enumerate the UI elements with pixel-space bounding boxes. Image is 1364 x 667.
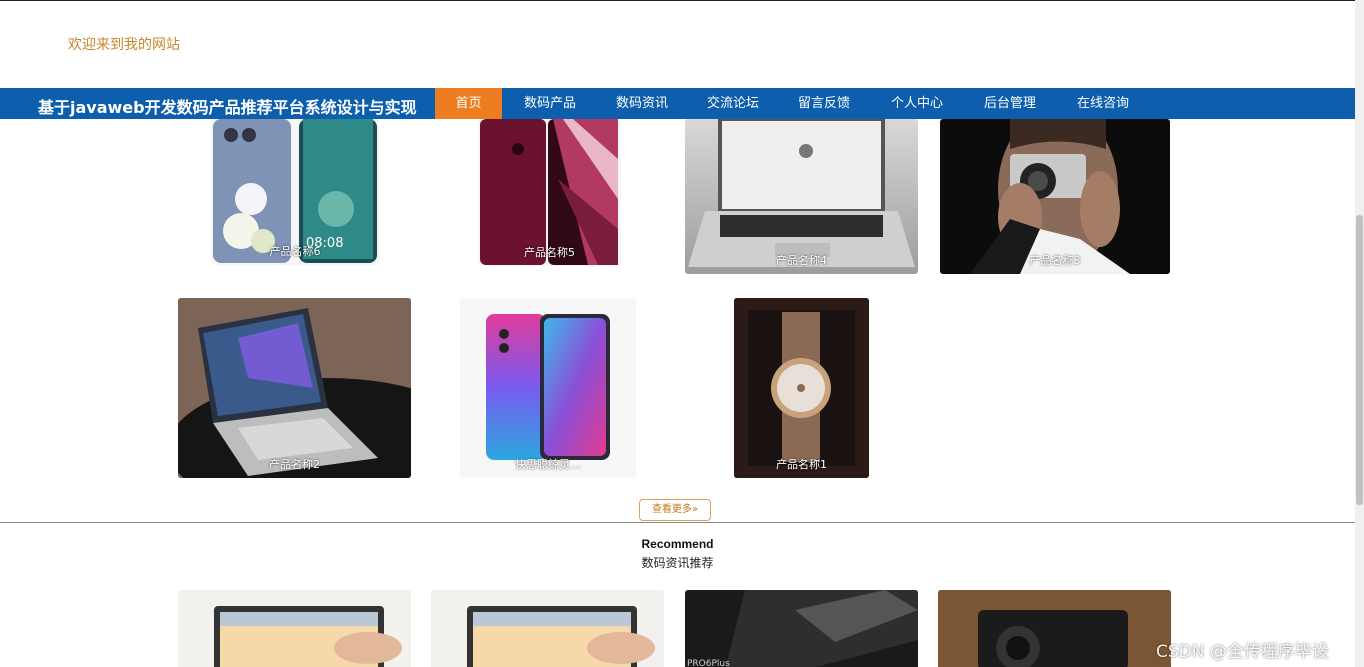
news-card-3[interactable]: PRO6Plus [685,590,918,667]
product-caption: 产品名称3 [1029,254,1081,267]
tablet-image [214,606,402,667]
page-scrollbar[interactable] [1355,0,1364,667]
recommend-title-en: Recommend [641,537,714,551]
nav-item-news[interactable]: 数码资讯 [602,88,682,119]
view-more-button[interactable]: 查看更多» [639,499,711,521]
product-card-2[interactable]: 产品名称2 [178,298,411,478]
news-card-overlay: PRO6Plus [687,659,730,667]
product-caption: 产品名称1 [776,458,827,471]
nav-item-home[interactable]: 首页 [435,88,502,119]
welcome-text: 欢迎来到我的网站 [68,37,180,53]
phone-image [486,314,610,460]
view-more-label: 查看更多 [651,504,692,515]
site-title: 基于javaweb开发数码产品推荐平台系统设计与实现 [38,98,417,117]
nav-item-consult[interactable]: 在线咨询 [1063,88,1143,119]
news-card-2[interactable] [431,590,664,667]
nav-item-admin[interactable]: 后台管理 [970,88,1050,119]
nav-item-profile[interactable]: 个人中心 [877,88,957,119]
laptop-image [178,298,411,478]
product-card-3[interactable]: 产品名称3 [940,119,1170,274]
nav-item-products[interactable]: 数码产品 [510,88,590,119]
product-caption: 产品名称4 [776,254,827,267]
page: 欢迎来到我的网站 基于javaweb开发数码产品推荐平台系统设计与实现 首页 数… [0,0,1364,667]
tablet-image [467,606,655,667]
double-chevron-right-icon: » [691,504,699,515]
camera-image [970,119,1130,274]
camera-image [938,590,1171,667]
product-card-6[interactable]: 08:08 产品名称6 [211,119,379,265]
product-card-4[interactable]: 产品名称4 [685,119,918,274]
product-card-1[interactable]: 产品名称1 [734,298,869,478]
news-card-1[interactable] [178,590,411,667]
watch-image [734,298,869,478]
product-caption: 快思聪鲸灵… [515,458,581,471]
news-card-4[interactable] [938,590,1171,667]
phone-image: PRO6Plus [687,590,918,667]
top-border [0,0,1364,1]
recommend-title-cn: 数码资讯推荐 [641,556,714,570]
scrollbar-thumb[interactable] [1356,215,1363,505]
product-card-5[interactable]: 产品名称5 [478,119,621,266]
nav-item-feedback[interactable]: 留言反馈 [784,88,864,119]
product-caption: 产品名称2 [269,458,320,471]
section-divider [0,522,1355,523]
product-caption: 产品名称5 [524,246,575,259]
nav-item-forum[interactable]: 交流论坛 [693,88,773,119]
main-navbar: 基于javaweb开发数码产品推荐平台系统设计与实现 首页 数码产品 数码资讯 … [0,88,1355,119]
product-caption: 产品名称6 [269,245,321,258]
product-card-kuaisicong[interactable]: 快思聪鲸灵… [460,298,636,478]
watermark-text: CSDN @全传程序毕设 [1156,642,1329,662]
laptop-image [688,119,915,267]
